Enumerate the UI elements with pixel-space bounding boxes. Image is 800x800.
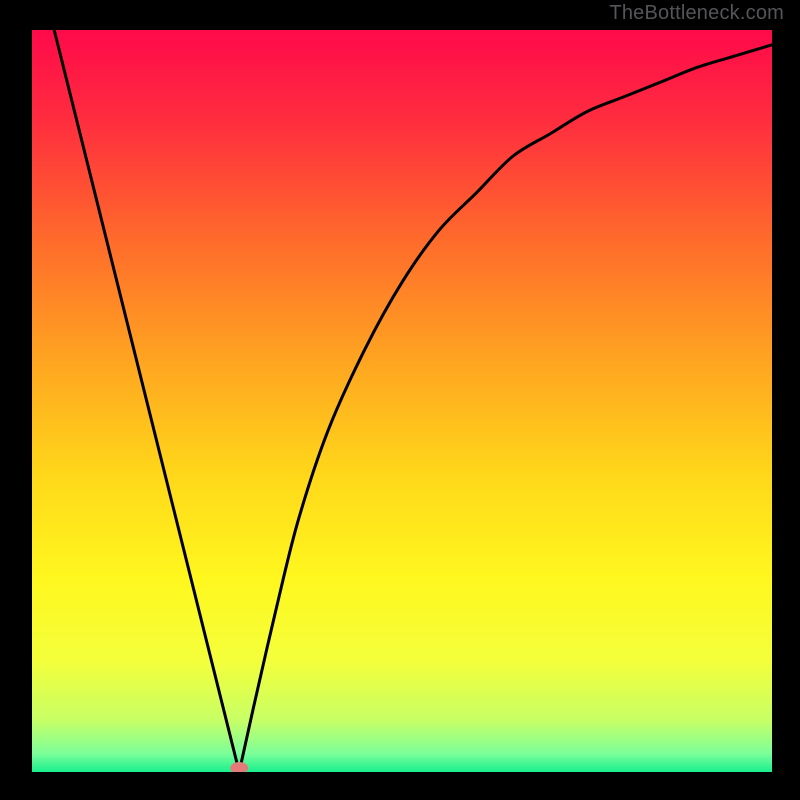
plot-area xyxy=(32,30,772,772)
notch-marker xyxy=(230,762,248,772)
chart-frame: TheBottleneck.com xyxy=(0,0,800,800)
attribution-text: TheBottleneck.com xyxy=(609,2,784,25)
bottleneck-curve xyxy=(54,30,772,772)
curve-layer xyxy=(32,30,772,772)
